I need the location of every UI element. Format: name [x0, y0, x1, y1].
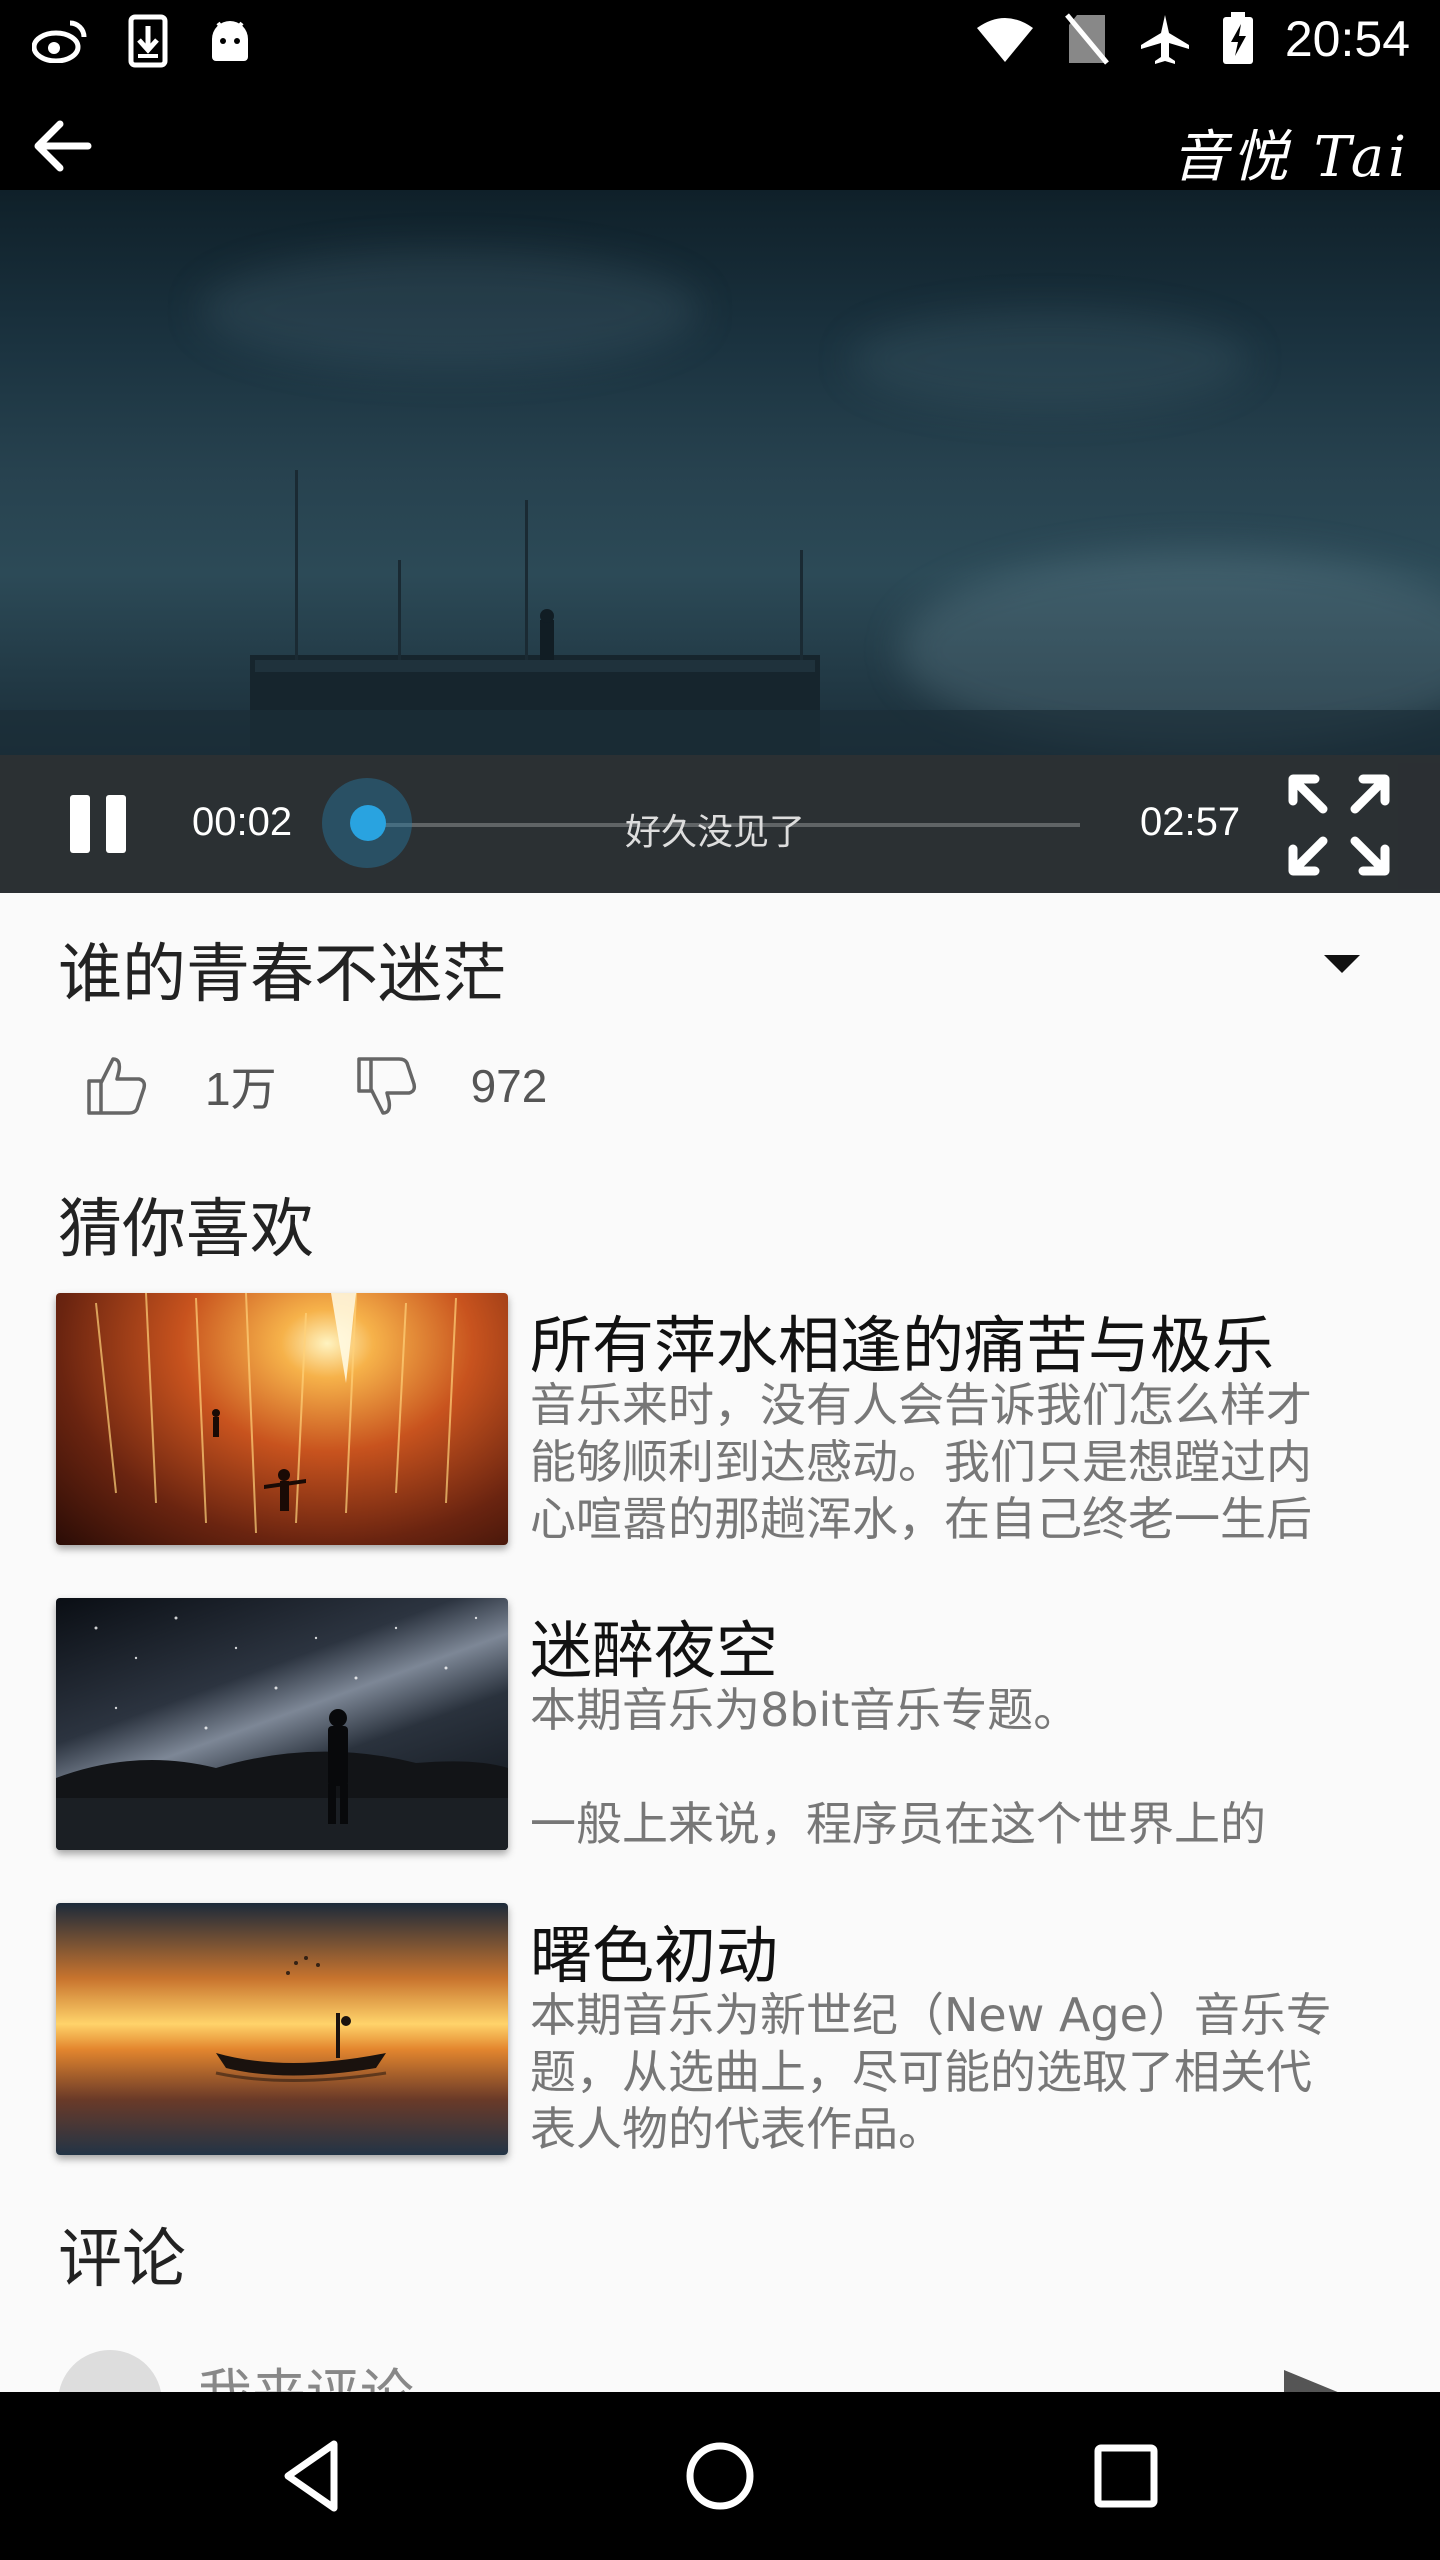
navigation-bar: [0, 2392, 1440, 2560]
like-bar: 1万 972: [85, 1053, 547, 1119]
android-icon: [212, 21, 248, 61]
video-frame-silhouette: [0, 470, 1440, 755]
wifi-icon: [976, 18, 1033, 62]
playing-caption: 好久没见了: [625, 812, 806, 853]
comment-input[interactable]: 我来评论: [198, 2350, 414, 2392]
seek-thumb[interactable]: [350, 805, 386, 841]
dislike-count: 972: [470, 1060, 548, 1112]
status-bar: 20:54: [0, 0, 1440, 84]
app-logo: 音悦 Tai: [1171, 125, 1410, 190]
chevron-down-icon[interactable]: [1322, 951, 1362, 975]
rec-description: 本期音乐为8bit音乐专题。 一般上来说，程序员在这个世界上的: [530, 1683, 1266, 1851]
avatar: [58, 2350, 162, 2392]
list-item[interactable]: 所有萍水相逢的痛苦与极乐 音乐来时，没有人会告诉我们怎么样才 能够顺利到达感动。…: [56, 1293, 1386, 1548]
thumbnail-sparks: [56, 1293, 508, 1545]
video-title: 谁的青春不迷茫: [58, 938, 506, 1012]
airplane-icon: [1140, 15, 1189, 64]
fullscreen-icon[interactable]: [1285, 771, 1393, 879]
recents-nav-icon[interactable]: [1084, 2434, 1168, 2518]
current-time: 00:02: [192, 800, 293, 844]
video-player[interactable]: [0, 190, 1440, 755]
rec-description: 音乐来时，没有人会告诉我们怎么样才 能够顺利到达感动。我们只是想蹚过内 心喧嚣的…: [530, 1378, 1312, 1546]
back-arrow-icon[interactable]: [30, 114, 94, 178]
clock: 20:54: [1284, 11, 1410, 67]
thumbnail-night-sky: [56, 1598, 508, 1850]
home-nav-icon[interactable]: [678, 2434, 762, 2518]
list-item[interactable]: 曙色初动 本期音乐为新世纪（New Age）音乐专 题，从选曲上，尽可能的选取了…: [56, 1903, 1386, 2158]
total-time: 02:57: [1140, 800, 1241, 844]
thumbnail-boat-sunset: [56, 1903, 508, 2155]
thumbs-up-icon[interactable]: [85, 1055, 149, 1117]
battery-charging-icon: [1222, 12, 1253, 64]
rec-description: 本期音乐为新世纪（New Age）音乐专 题，从选曲上，尽可能的选取了相关代 表…: [530, 1988, 1332, 2156]
send-icon[interactable]: [1282, 2368, 1342, 2392]
rec-title: 迷醉夜空: [530, 1614, 779, 1687]
rec-title: 所有萍水相逢的痛苦与极乐: [530, 1309, 1275, 1382]
comment-input-row: 我来评论: [0, 2350, 1440, 2392]
comments-heading: 评论: [58, 2223, 186, 2297]
no-sim-icon: [1064, 13, 1109, 65]
like-count: 1万: [205, 1063, 277, 1115]
recommendations-heading: 猜你喜欢: [58, 1193, 314, 1267]
rec-title: 曙色初动: [530, 1919, 779, 1992]
pause-icon[interactable]: [70, 793, 132, 855]
toolbar: 音悦 Tai: [0, 84, 1440, 190]
back-nav-icon[interactable]: [272, 2434, 356, 2518]
player-controls: 00:02 好久没见了 02:57: [0, 755, 1440, 893]
download-icon: [128, 14, 168, 68]
list-item[interactable]: 迷醉夜空 本期音乐为8bit音乐专题。 一般上来说，程序员在这个世界上的: [56, 1598, 1386, 1853]
thumbs-down-icon[interactable]: [355, 1055, 419, 1117]
weibo-icon: [32, 20, 87, 63]
